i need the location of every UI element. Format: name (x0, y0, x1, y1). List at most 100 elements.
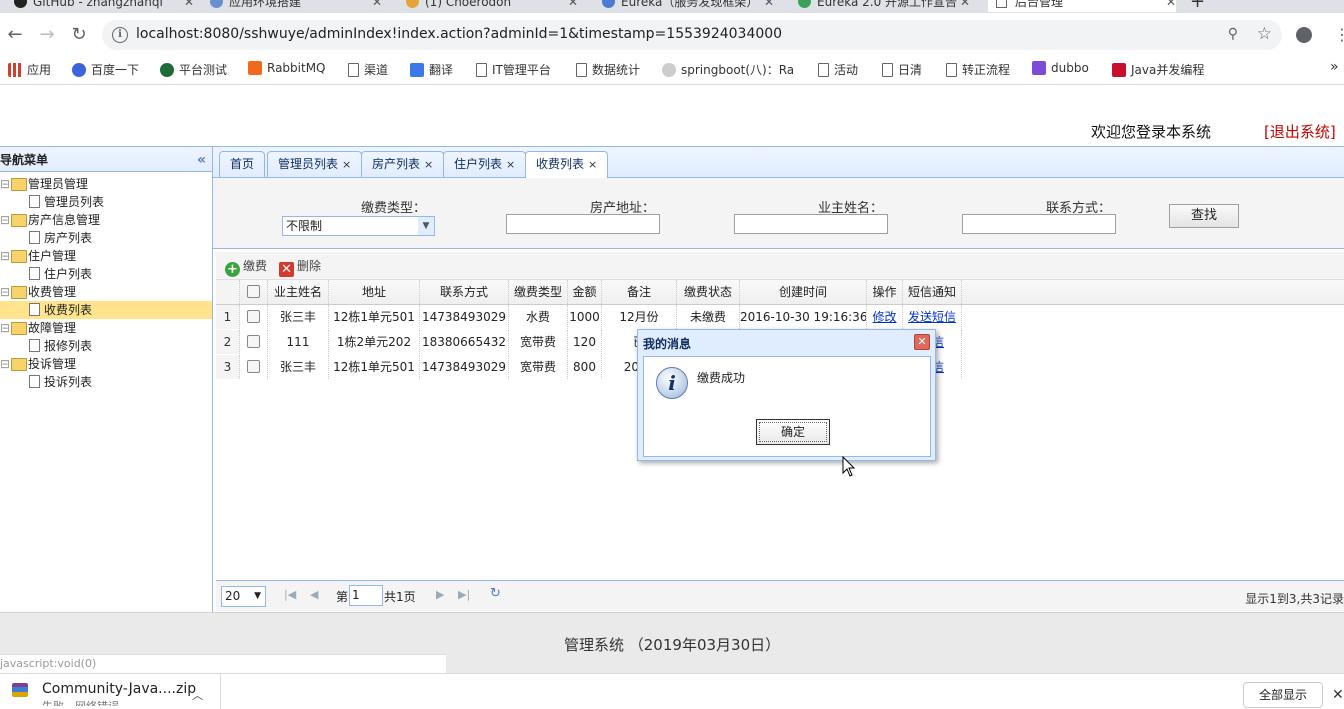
collapse-icon[interactable]: « (197, 147, 206, 173)
close-icon[interactable]: × (506, 158, 515, 171)
close-tab-icon[interactable]: ✕ (960, 0, 970, 12)
info-icon[interactable]: i (112, 27, 128, 43)
row-checkbox[interactable] (240, 305, 268, 329)
send-sms-text[interactable]: 发送短信 (908, 310, 956, 324)
edit-link-text[interactable]: 修改 (872, 310, 896, 324)
bookmark-apps[interactable]: 应用 (8, 61, 51, 78)
tree-group-fault[interactable]: ⊟ 故障管理 (0, 319, 212, 337)
menu-icon[interactable]: ⋮ (1334, 25, 1344, 44)
chevron-down-icon[interactable]: ▼ (418, 217, 434, 235)
col-created[interactable]: 创建时间 (740, 280, 867, 304)
browser-tab-eureka2[interactable]: Eureka 2.0 开源工作宣告 ✕ (798, 0, 970, 12)
address-bar[interactable]: i localhost:8080/sshwuye/adminIndex!inde… (102, 20, 1282, 50)
star-icon[interactable]: ☆ (1257, 24, 1272, 44)
browser-tab-github[interactable]: GitHub - zhangzhanqi ✕ (14, 0, 194, 12)
close-tab-icon[interactable]: ✕ (568, 0, 578, 12)
close-tab-icon[interactable]: ✕ (1166, 0, 1176, 12)
col-sms[interactable]: 短信通知 (903, 280, 962, 304)
bookmark-channel[interactable]: 渠道 (348, 61, 388, 78)
col-status[interactable]: 缴费状态 (677, 280, 740, 304)
edit-link[interactable]: 修改 (867, 305, 903, 329)
reload-icon[interactable]: ↻ (68, 25, 90, 45)
bookmark-dubbo[interactable]: dubbo (1032, 61, 1089, 75)
download-item[interactable]: Community-Java....zip 失败 - 网络错误 ︿ (0, 674, 221, 709)
table-row[interactable]: 1 张三丰 12栋1单元501 14738493029 水费 1000 12月份… (216, 305, 1344, 329)
bookmark-activity[interactable]: 活动 (818, 61, 858, 78)
close-tab-icon[interactable]: ✕ (184, 0, 194, 12)
chevron-up-icon[interactable]: ︿ (192, 687, 203, 703)
key-icon[interactable]: ⚲ (1228, 26, 1238, 42)
bookmark-translate[interactable]: 翻译 (410, 61, 453, 78)
checkbox[interactable] (247, 310, 260, 323)
search-button[interactable]: 查找 (1169, 204, 1239, 228)
next-page-icon[interactable]: ▶ (436, 588, 444, 601)
tree-item-fee-list[interactable]: 收费列表 (0, 301, 212, 319)
forward-icon[interactable]: → (36, 25, 58, 45)
bookmarks-more-icon[interactable]: » (1330, 59, 1339, 75)
new-tab-button[interactable]: + (1190, 0, 1210, 12)
first-page-icon[interactable]: |◀ (284, 588, 296, 601)
bookmark-daily[interactable]: 日清 (882, 61, 922, 78)
bookmark-rabbitmq[interactable]: RabbitMQ (248, 61, 326, 75)
tree-item-repair-list[interactable]: 报修列表 (0, 337, 212, 355)
tree-item-resident-list[interactable]: 住户列表 (0, 265, 212, 283)
bookmark-process[interactable]: 转正流程 (946, 61, 1010, 78)
col-type[interactable]: 缴费类型 (509, 280, 568, 304)
tree-group-house[interactable]: ⊟ 房产信息管理 (0, 211, 212, 229)
tab-admin-list[interactable]: 管理员列表 × (267, 151, 363, 177)
chevron-down-icon[interactable]: ▼ (254, 587, 261, 606)
bookmark-baidu[interactable]: 百度一下 (72, 61, 139, 78)
browser-tab-admin[interactable]: 后台管理 ✕ (988, 0, 1176, 12)
col-owner[interactable]: 业主姓名 (268, 280, 329, 304)
refresh-icon[interactable]: ↻ (490, 586, 501, 601)
tree-group-fee[interactable]: ⊟ 收费管理 (0, 283, 212, 301)
bookmark-springboot[interactable]: springboot(八)：Ra (662, 61, 796, 78)
col-op[interactable]: 操作 (867, 280, 903, 304)
back-icon[interactable]: ← (4, 25, 26, 45)
logout-link[interactable]: [退出系统] (1264, 121, 1336, 142)
show-all-button[interactable]: 全部显示 (1243, 682, 1323, 708)
checkbox[interactable] (247, 285, 260, 298)
prev-page-icon[interactable]: ◀ (310, 588, 318, 601)
close-icon[interactable]: × (588, 158, 597, 171)
contact-input[interactable] (962, 214, 1116, 234)
tab-fee-list[interactable]: 收费列表 × (525, 151, 609, 178)
close-icon[interactable]: × (342, 158, 351, 171)
row-checkbox[interactable] (240, 330, 268, 354)
delete-button[interactable]: ✕ 删除 (279, 257, 321, 277)
close-icon[interactable]: × (424, 158, 433, 171)
col-note[interactable]: 备注 (602, 280, 677, 304)
close-icon[interactable]: ✕ (914, 334, 930, 350)
bookmark-stats[interactable]: 数据统计 (576, 61, 640, 78)
tree-group-complaint[interactable]: ⊟ 投诉管理 (0, 355, 212, 373)
page-size-select[interactable]: 20 ▼ (221, 586, 266, 607)
checkbox[interactable] (247, 360, 260, 373)
tree-item-admin-list[interactable]: 管理员列表 (0, 193, 212, 211)
close-tab-icon[interactable]: ✕ (764, 0, 774, 12)
close-icon[interactable]: ✕ (1332, 687, 1344, 703)
tab-resident-list[interactable]: 住户列表 × (443, 151, 527, 177)
select-all-checkbox[interactable] (240, 280, 268, 304)
last-page-icon[interactable]: ▶| (458, 588, 470, 601)
browser-tab-choerodon[interactable]: (1) Choerodon ✕ (406, 0, 578, 12)
tab-home[interactable]: 首页 (219, 151, 266, 177)
col-address[interactable]: 地址 (329, 280, 420, 304)
page-number-input[interactable]: 1 (349, 585, 383, 606)
bookmark-it[interactable]: IT管理平台 (476, 61, 551, 78)
address-input[interactable] (506, 214, 660, 234)
tree-item-house-list[interactable]: 房产列表 (0, 229, 212, 247)
row-checkbox[interactable] (240, 355, 268, 379)
tab-house-list[interactable]: 房产列表 × (361, 151, 445, 177)
close-tab-icon[interactable]: ✕ (372, 0, 382, 12)
browser-tab-eureka[interactable]: Eureka（服务发现框架） ✕ (602, 0, 774, 12)
tree-item-complaint-list[interactable]: 投诉列表 (0, 373, 212, 391)
profile-icon[interactable] (1296, 27, 1312, 43)
tree-group-admin[interactable]: ⊟ 管理员管理 (0, 175, 212, 193)
browser-tab-env[interactable]: 应用环境搭建 ✕ (210, 0, 382, 12)
bookmark-test[interactable]: 平台测试 (160, 61, 227, 78)
url-text[interactable]: localhost:8080/sshwuye/adminIndex!index.… (136, 26, 782, 42)
tree-group-resident[interactable]: ⊟ 住户管理 (0, 247, 212, 265)
checkbox[interactable] (247, 335, 260, 348)
send-sms-link[interactable]: 发送短信 (903, 305, 962, 329)
owner-input[interactable] (734, 214, 888, 234)
